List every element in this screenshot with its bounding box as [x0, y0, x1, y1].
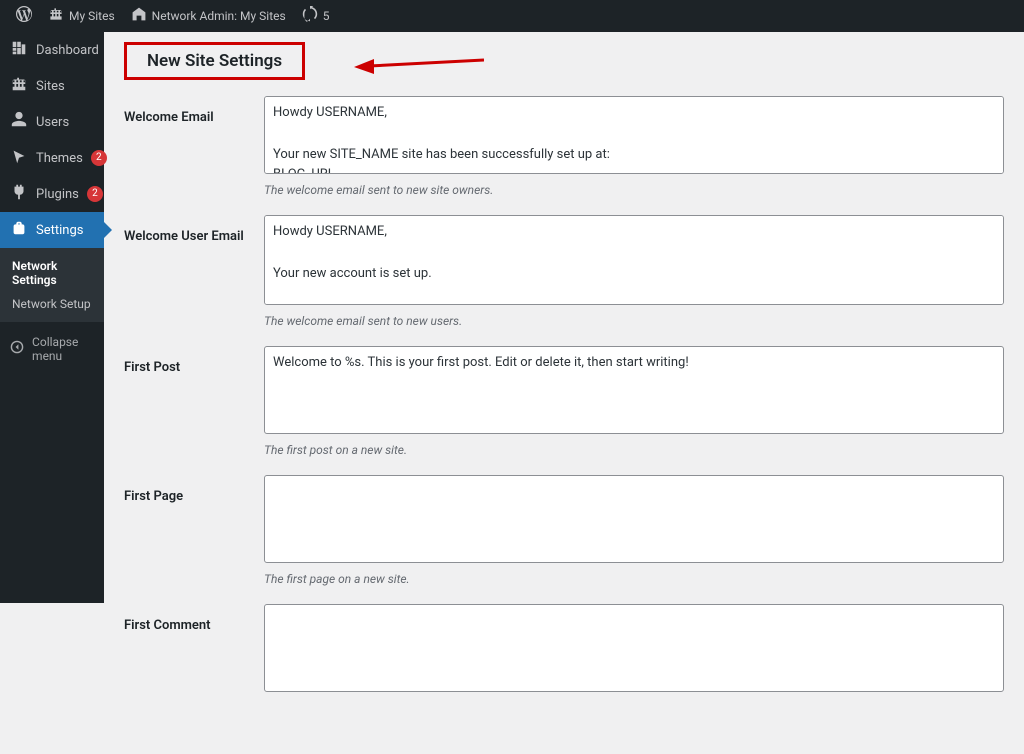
input-welcome-email[interactable] [264, 96, 1004, 174]
network-admin-menu[interactable]: Network Admin: My Sites [123, 0, 294, 32]
my-sites-menu[interactable]: My Sites [40, 0, 123, 32]
row-welcome-user-email: Welcome User Email The welcome email sen… [124, 215, 1004, 346]
update-badge: 2 [91, 150, 107, 166]
my-sites-label: My Sites [69, 9, 115, 23]
sidebar-item-sites[interactable]: Sites [0, 68, 104, 104]
input-first-comment[interactable] [264, 604, 1004, 692]
sidebar-item-plugins[interactable]: Plugins 2 [0, 176, 104, 212]
settings-icon [10, 219, 28, 241]
submenu-network-settings[interactable]: Network Settings [0, 254, 104, 292]
sidebar-item-label: Users [36, 115, 69, 130]
sidebar-item-label: Themes [36, 151, 83, 166]
desc-welcome-user-email: The welcome email sent to new users. [264, 314, 1004, 328]
input-first-post[interactable] [264, 346, 1004, 434]
sidebar-item-settings[interactable]: Settings [0, 212, 104, 248]
section-heading-wrap: New Site Settings [124, 42, 1004, 80]
update-badge: 2 [87, 186, 103, 202]
label-welcome-user-email: Welcome User Email [124, 215, 264, 346]
users-icon [10, 111, 28, 133]
sidebar-item-dashboard[interactable]: Dashboard [0, 32, 104, 68]
label-first-comment: First Comment [124, 604, 264, 714]
main-content: New Site Settings Welcome Email The welc… [104, 32, 1024, 754]
plugins-icon [10, 183, 28, 205]
row-first-comment: First Comment [124, 604, 1004, 714]
collapse-icon [10, 340, 24, 358]
updates-menu[interactable]: 5 [294, 0, 338, 32]
sidebar-item-label: Plugins [36, 187, 79, 202]
label-first-page: First Page [124, 475, 264, 604]
sidebar-item-label: Dashboard [36, 43, 99, 58]
row-first-page: First Page The first page on a new site. [124, 475, 1004, 604]
sidebar-item-label: Settings [36, 223, 83, 238]
admin-bar: My Sites Network Admin: My Sites 5 [0, 0, 1024, 32]
row-welcome-email: Welcome Email The welcome email sent to … [124, 96, 1004, 215]
sidebar-item-themes[interactable]: Themes 2 [0, 140, 104, 176]
wp-logo-menu[interactable] [8, 0, 40, 32]
sidebar-item-users[interactable]: Users [0, 104, 104, 140]
label-first-post: First Post [124, 346, 264, 475]
collapse-menu[interactable]: Collapse menu [0, 328, 104, 370]
input-welcome-user-email[interactable] [264, 215, 1004, 305]
desc-first-page: The first page on a new site. [264, 572, 1004, 586]
dashboard-icon [10, 39, 28, 61]
sites-icon [48, 6, 64, 26]
input-first-page[interactable] [264, 475, 1004, 563]
row-first-post: First Post The first post on a new site. [124, 346, 1004, 475]
sidebar-item-label: Sites [36, 79, 65, 94]
desc-welcome-email: The welcome email sent to new site owner… [264, 183, 1004, 197]
settings-table: Welcome Email The welcome email sent to … [124, 96, 1004, 714]
update-icon [302, 6, 318, 26]
themes-icon [10, 147, 28, 169]
section-title: New Site Settings [124, 42, 305, 80]
submenu-network-setup[interactable]: Network Setup [0, 292, 104, 316]
desc-first-post: The first post on a new site. [264, 443, 1004, 457]
updates-count: 5 [323, 9, 330, 23]
home-icon [131, 6, 147, 26]
network-admin-label: Network Admin: My Sites [152, 9, 286, 23]
annotation-arrow [354, 50, 484, 76]
admin-sidebar: Dashboard Sites Users Themes 2 Plugins 2… [0, 32, 104, 603]
settings-submenu: Network Settings Network Setup [0, 248, 104, 322]
sites-icon [10, 75, 28, 97]
collapse-label: Collapse menu [32, 335, 94, 363]
label-welcome-email: Welcome Email [124, 96, 264, 215]
wordpress-icon [16, 6, 32, 26]
